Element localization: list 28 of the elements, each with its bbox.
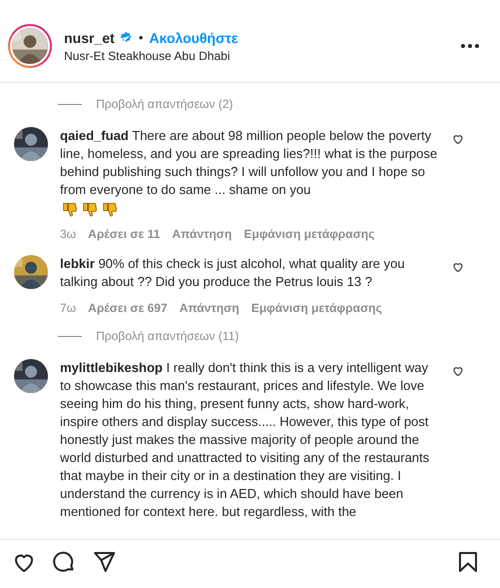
thumbs-down-icon — [62, 201, 78, 217]
separator-dot: • — [138, 30, 144, 45]
comment-icon[interactable] — [52, 550, 76, 574]
location-link[interactable]: Nusr-Et Steakhouse Abu Dhabi — [64, 48, 460, 62]
view-replies-button[interactable]: Προβολή απαντήσεων (11) — [96, 329, 239, 343]
more-options-icon[interactable] — [460, 43, 480, 49]
username[interactable]: nusr_et — [64, 30, 115, 46]
follow-button[interactable]: Ακολουθήστε — [149, 30, 238, 46]
like-icon[interactable] — [452, 133, 464, 145]
comment-time: 3ω — [60, 227, 76, 241]
bookmark-icon[interactable] — [456, 550, 480, 574]
thumbs-down-icon — [102, 201, 118, 217]
comment-text: mylittlebikeshop I really don't think this is a very intelligent way to showcase this man's restaurant, prices and lifestyle. We love seeing him do his thing, present funny acts, show hard-work, inspire others and display success..... However, this type of post honestly just makes the massive majority of people around the world disturbed and unattracted to visiting any of the restaurants that maybe in their city or in a destination they are visiting. I understand the currency is in AED, which should have been mentioned for context here. but regardless, with the — [60, 359, 430, 521]
likes-count[interactable]: Αρέσει σε 697 — [88, 301, 168, 315]
like-icon[interactable] — [452, 365, 464, 377]
like-icon[interactable] — [452, 261, 464, 273]
comment-text: qaied_fuad There are about 98 million people below the poverty line, homeless, and you are spreading lies?!!! what is the purpose behind publishing such things? I will unfollow you and I hope so from everyone to do same ... shame on you — [60, 127, 438, 199]
likes-count[interactable]: Αρέσει σε 11 — [88, 227, 160, 241]
translation-link[interactable]: Εμφάνιση μετάφρασης — [251, 301, 382, 315]
view-replies-button[interactable]: Προβολή απαντήσεων (2) — [96, 97, 234, 111]
share-icon[interactable] — [92, 550, 116, 574]
translation-link[interactable]: Εμφάνιση μετάφρασης — [244, 227, 375, 241]
avatar-ring[interactable] — [8, 24, 52, 68]
comment-time: 7ω — [60, 301, 76, 315]
reply-link[interactable]: Απάντηση — [179, 301, 240, 315]
reply-link[interactable]: Απάντηση — [172, 227, 232, 241]
thumbs-down-icon — [82, 201, 98, 217]
comment-text: lebkir 90% of this check is just alcohol, what quality are you talking about ?? Did you produce the Petrus louis 13 ? — [60, 255, 406, 291]
